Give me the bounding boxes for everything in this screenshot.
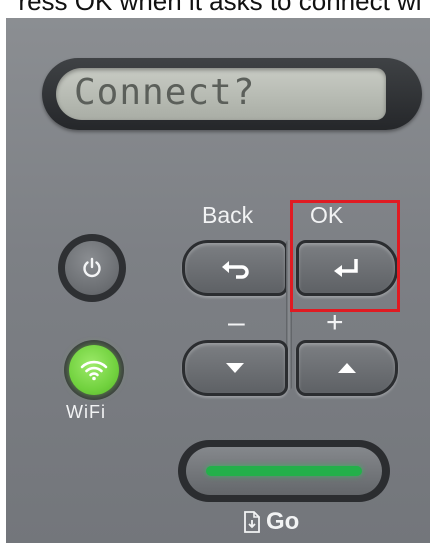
wifi-icon: [80, 360, 108, 381]
back-button[interactable]: [182, 240, 288, 296]
wifi-label: WiFi: [66, 402, 106, 422]
power-button-bezel: [58, 234, 126, 302]
go-button[interactable]: [186, 447, 382, 495]
ok-button[interactable]: [296, 240, 398, 296]
go-label: Go: [266, 508, 300, 535]
enter-arrow-icon: [334, 259, 358, 277]
lcd-message: Connect?: [74, 72, 256, 113]
go-button-bezel: [178, 440, 390, 502]
up-button[interactable]: [296, 340, 398, 396]
power-button[interactable]: [65, 241, 119, 295]
wifi-button[interactable]: [69, 345, 119, 395]
lcd-screen: Connect?: [56, 68, 386, 120]
go-label-group: Go: [242, 508, 299, 536]
ok-label: OK: [310, 202, 344, 228]
printer-control-panel: Connect? Back OK – + WiFi Go: [6, 18, 430, 543]
down-triangle-icon: [226, 363, 244, 373]
back-label: Back: [202, 202, 254, 228]
lcd-bezel: Connect?: [42, 58, 422, 130]
up-triangle-icon: [338, 363, 356, 373]
back-arrow-icon: [222, 261, 249, 279]
document-icon: [244, 511, 260, 533]
power-icon: [83, 257, 101, 278]
down-button[interactable]: [182, 340, 288, 396]
instruction-caption: ress OK when it asks to connect wi: [18, 0, 422, 16]
minus-label: –: [228, 306, 245, 339]
go-status-light: [206, 466, 362, 476]
wifi-button-bezel: [64, 340, 124, 400]
screenshot: ress OK when it asks to connect wi Conne…: [0, 0, 440, 543]
plus-label: +: [326, 306, 344, 339]
